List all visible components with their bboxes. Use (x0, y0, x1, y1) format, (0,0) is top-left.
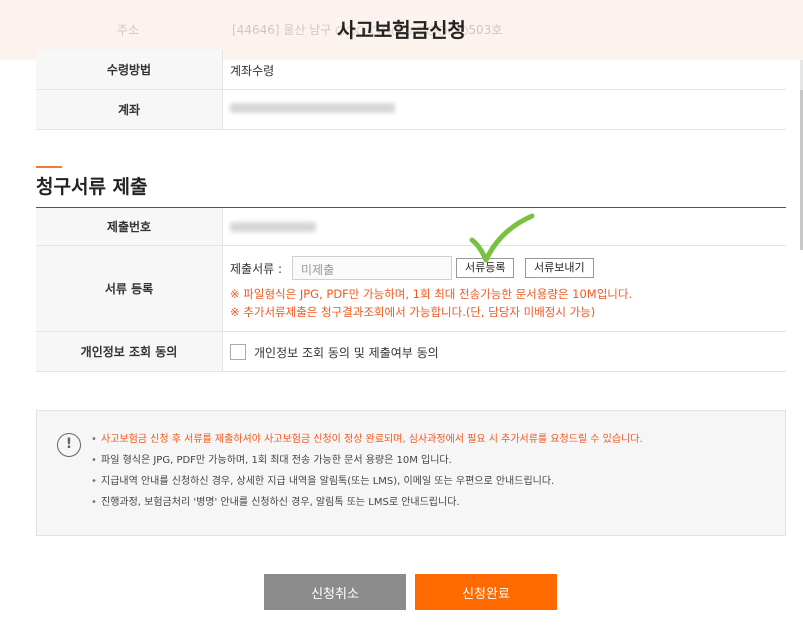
check-annotation-icon (469, 213, 535, 263)
table-row: 계좌 (36, 90, 786, 130)
list-item: • 사고보험금 신청 후 서류를 제출하셔야 사고보험금 신청이 정상 완료되며,… (91, 434, 643, 445)
section-accent-bar (36, 166, 62, 168)
masked-account-number (230, 103, 395, 113)
section-title: 청구서류 제출 (36, 176, 148, 198)
notice-box: ! • 사고보험금 신청 후 서류를 제출하셔야 사고보험금 신청이 정상 완료되… (36, 410, 786, 536)
account-label: 계좌 (36, 90, 223, 129)
document-register-label: 서류 등록 (36, 246, 223, 331)
receive-method-label: 수령방법 (36, 50, 223, 89)
exclamation-icon: ! (57, 433, 81, 457)
table-row: 서류 등록 제출서류 : 미제출 서류등록 서류보내기 ※ 파일형식은 JPG,… (36, 246, 786, 332)
receive-method-text: 계좌수령 (230, 64, 275, 78)
additional-document-warning: ※ 추가서류제출은 청구결과조회에서 가능합니다.(단, 담당자 미배정시 가능… (230, 305, 596, 319)
file-name-field[interactable]: 미제출 (292, 256, 452, 280)
privacy-consent-label: 개인정보 조회 동의 (36, 332, 223, 371)
document-table: 제출번호 서류 등록 제출서류 : 미제출 서류등록 서류보내기 ※ 파일형식은… (36, 207, 786, 372)
privacy-consent-checkbox-label[interactable]: 개인정보 조회 동의 및 제출여부 동의 (254, 344, 439, 361)
table-row: 개인정보 조회 동의 개인정보 조회 동의 및 제출여부 동의 (36, 332, 786, 372)
file-format-warning: ※ 파일형식은 JPG, PDF만 가능하며, 1회 최대 전송가능한 문서용량… (230, 287, 633, 301)
privacy-consent-checkbox[interactable] (230, 344, 246, 360)
masked-submit-number (230, 222, 316, 232)
file-label: 제출서류 : (230, 262, 283, 276)
submit-number-label: 제출번호 (36, 208, 223, 245)
table-row: 수령방법 계좌수령 (36, 50, 786, 90)
cancel-application-button[interactable]: 신청취소 (264, 574, 406, 610)
page-title: 사고보험금신청 (337, 18, 466, 42)
list-item: • 지급내역 안내를 신청하신 경우, 상세한 지급 내역을 알림톡(또는 LMS… (91, 476, 555, 487)
list-item: • 진행과정, 보험금처리 '병명' 안내를 신청하신 경우, 알림톡 또는 LM… (91, 497, 460, 508)
notice-list: • 사고보험금 신청 후 서류를 제출하셔야 사고보험금 신청이 정상 완료되며,… (91, 433, 643, 517)
table-row: 제출번호 (36, 208, 786, 246)
privacy-consent-cell: 개인정보 조회 동의 및 제출여부 동의 (230, 332, 780, 371)
complete-application-button[interactable]: 신청완료 (415, 574, 557, 610)
list-item: • 파일 형식은 JPG, PDF만 가능하며, 1회 최대 전송 가능한 문서 … (91, 455, 452, 466)
